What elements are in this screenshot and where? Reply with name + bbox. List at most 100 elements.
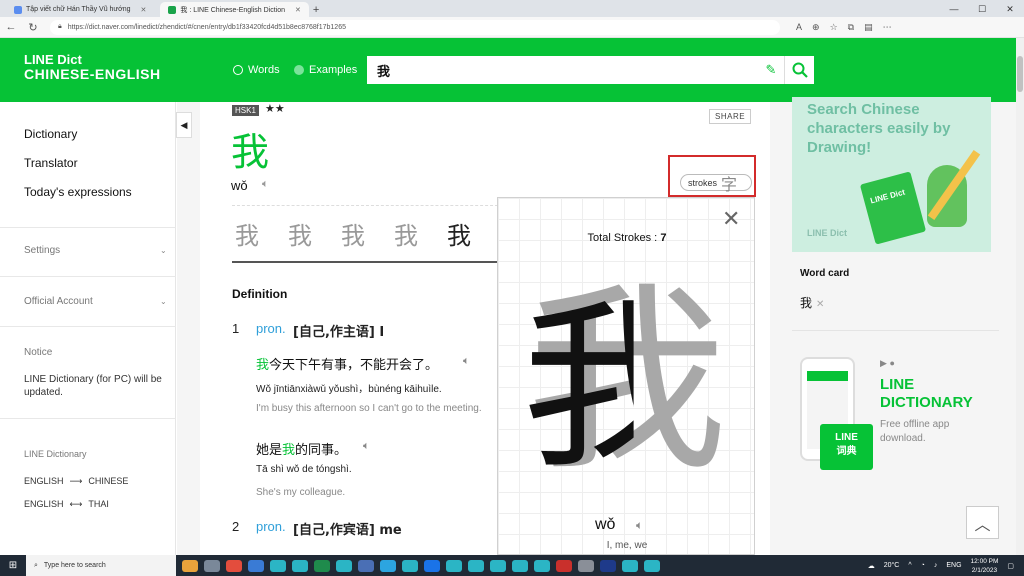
speaker-icon[interactable]: 🔈︎ <box>463 355 470 368</box>
url-field[interactable]: 🔒︎ https://dict.naver.com/linedict/zhend… <box>50 19 780 35</box>
speaker-icon[interactable]: 🔈︎ <box>262 178 269 191</box>
tab-close-icon[interactable]: ✕ <box>141 6 147 14</box>
app-ad-subtitle[interactable]: Free offline app download. <box>880 418 980 446</box>
site-header: LINE Dict CHINESE-ENGLISH Words Examples… <box>0 38 1016 102</box>
app-icon[interactable] <box>578 559 594 572</box>
stroke-step: 我 <box>235 222 259 250</box>
collections-icon[interactable]: ▤ <box>864 22 873 33</box>
telegram-icon[interactable] <box>380 559 396 572</box>
edge-icon[interactable] <box>490 559 506 572</box>
scrollbar[interactable] <box>1016 38 1024 555</box>
favorite-icon[interactable]: ☆ <box>830 22 838 33</box>
sidebar: Dictionary Translator Today's expression… <box>0 102 176 555</box>
edge-icon[interactable] <box>622 559 638 572</box>
browser-tab-active[interactable]: 我 : LINE Chinese-English Diction ✕ <box>160 2 309 17</box>
example-pinyin: Wǒ jīntiānxiàwǔ yǒushì，bùnéng kāihuìle. <box>256 384 442 395</box>
explorer-icon[interactable] <box>248 559 264 572</box>
edge-icon[interactable] <box>468 559 484 572</box>
edge-icon[interactable] <box>446 559 462 572</box>
chevron-down-icon[interactable]: ⌄ <box>160 297 167 306</box>
radio-words-label: Words <box>248 64 280 76</box>
line-dict-logo[interactable]: LINE Dict CHINESE-ENGLISH <box>24 52 161 82</box>
taskbar-search[interactable]: ⌕ Type here to search <box>26 555 176 576</box>
line-dictionary-title: LINE Dictionary <box>24 449 87 459</box>
radio-examples[interactable]: Examples <box>294 64 357 76</box>
stroke-order-popup: ✕ Total Strokes : 7 我 我 wǒ 🔈︎ I, me, we <box>497 197 755 555</box>
back-icon[interactable]: ← <box>0 21 22 33</box>
share-button[interactable]: SHARE <box>709 109 752 124</box>
pdf-icon[interactable] <box>556 559 572 572</box>
sidebar-item-translator[interactable]: Translator <box>24 156 78 170</box>
tab-close-icon[interactable]: ✕ <box>295 6 301 14</box>
edge-icon[interactable] <box>644 559 660 572</box>
app-ad-title[interactable]: LINE DICTIONARY <box>880 376 990 412</box>
zoom-icon[interactable]: ⊕ <box>812 22 820 33</box>
scroll-to-top-button[interactable]: ︿ <box>966 506 999 539</box>
close-icon[interactable]: ✕ <box>722 206 740 232</box>
sidebar-collapse-button[interactable]: ◀ <box>176 112 192 138</box>
notification-icon[interactable]: ▢ <box>1007 562 1014 570</box>
logo-line2: CHINESE-ENGLISH <box>24 66 161 82</box>
tab-title: 我 : LINE Chinese-English Diction <box>180 6 286 14</box>
chevron-down-icon[interactable]: ⌄ <box>160 246 167 255</box>
remove-icon[interactable]: ✕ <box>816 299 824 310</box>
input-language[interactable]: ENG <box>946 562 961 569</box>
volume-icon[interactable]: ♪ <box>934 562 938 569</box>
edge-icon[interactable] <box>336 559 352 572</box>
radio-examples-label: Examples <box>309 64 358 76</box>
example-highlight: 我 <box>256 358 270 373</box>
chrome-icon[interactable] <box>226 559 242 572</box>
chevron-up-icon[interactable]: ^ <box>908 562 911 569</box>
badge-line2: 词典 <box>836 446 857 457</box>
edge-icon[interactable] <box>402 559 418 572</box>
edge-icon[interactable] <box>512 559 528 572</box>
zalo-icon[interactable] <box>424 559 440 572</box>
refresh-icon[interactable]: ↻ <box>22 21 44 34</box>
minimize-icon[interactable]: — <box>940 4 968 17</box>
word-card-item[interactable]: 我 ✕ <box>800 294 824 311</box>
windows-start-icon[interactable]: ⊞ <box>0 560 26 571</box>
extensions-icon[interactable]: ⧉ <box>848 22 854 33</box>
sidebar-official-account[interactable]: Official Account <box>24 296 93 307</box>
maximize-icon[interactable]: ☐ <box>968 4 996 17</box>
strokes-button[interactable]: strokes 字 <box>680 174 752 194</box>
handwriting-pen-icon[interactable]: ✎ <box>758 62 784 78</box>
weather-icon[interactable]: ☁ <box>868 562 875 570</box>
divider <box>0 276 176 277</box>
drawing-search-ad[interactable]: Search Chinese characters easily by Draw… <box>792 97 991 252</box>
word-icon[interactable] <box>358 559 374 572</box>
browser-tab[interactable]: Tập viết chữ Hán Thầy Vũ hướng ✕ <box>6 2 154 17</box>
settings-menu-icon[interactable]: ⋯ <box>883 22 892 33</box>
lang-link-en-cn[interactable]: ENGLISH ⟶ CHINESE <box>24 476 128 487</box>
widgets-icon[interactable] <box>182 559 198 572</box>
edge-icon[interactable] <box>270 559 286 572</box>
line-app-badge[interactable]: LINE 词典 <box>820 424 873 470</box>
clock[interactable]: 12:00 PM 2/1/2023 <box>971 557 999 575</box>
scrollbar-thumb[interactable] <box>1017 56 1023 92</box>
window-close-icon[interactable]: ✕ <box>996 4 1024 17</box>
speaker-icon[interactable]: 🔈︎ <box>636 518 643 533</box>
sidebar-item-todays-expressions[interactable]: Today's expressions <box>24 185 132 199</box>
play-store-icon[interactable]: ▶ <box>880 358 887 368</box>
lang-link-en-th[interactable]: ENGLISH ⟷ THAI <box>24 499 109 510</box>
sidebar-item-dictionary[interactable]: Dictionary <box>24 127 77 141</box>
network-icon[interactable]: ◔ <box>921 562 925 569</box>
speaker-icon[interactable]: 🔈︎ <box>363 440 370 453</box>
hsk-badge: HSK1 <box>232 105 259 116</box>
temperature[interactable]: 20°C <box>884 562 900 569</box>
search-input[interactable]: 我 <box>367 61 758 80</box>
task-view-icon[interactable] <box>204 559 220 572</box>
excel-icon[interactable] <box>314 559 330 572</box>
edge-icon[interactable] <box>534 559 550 572</box>
notice-text[interactable]: LINE Dictionary (for PC) will be updated… <box>24 373 164 399</box>
edge-icon[interactable] <box>292 559 308 572</box>
logo-line1: LINE Dict <box>24 52 82 67</box>
radio-words[interactable]: Words <box>233 64 280 76</box>
apple-icon[interactable]: ● <box>889 358 894 368</box>
sidebar-settings[interactable]: Settings <box>24 245 60 256</box>
new-tab-icon[interactable]: + <box>313 4 319 17</box>
read-aloud-icon[interactable]: A <box>796 22 802 33</box>
search-button[interactable] <box>784 56 814 84</box>
photoshop-icon[interactable] <box>600 559 616 572</box>
sense-gloss: [自己,作主语] I <box>293 325 385 340</box>
